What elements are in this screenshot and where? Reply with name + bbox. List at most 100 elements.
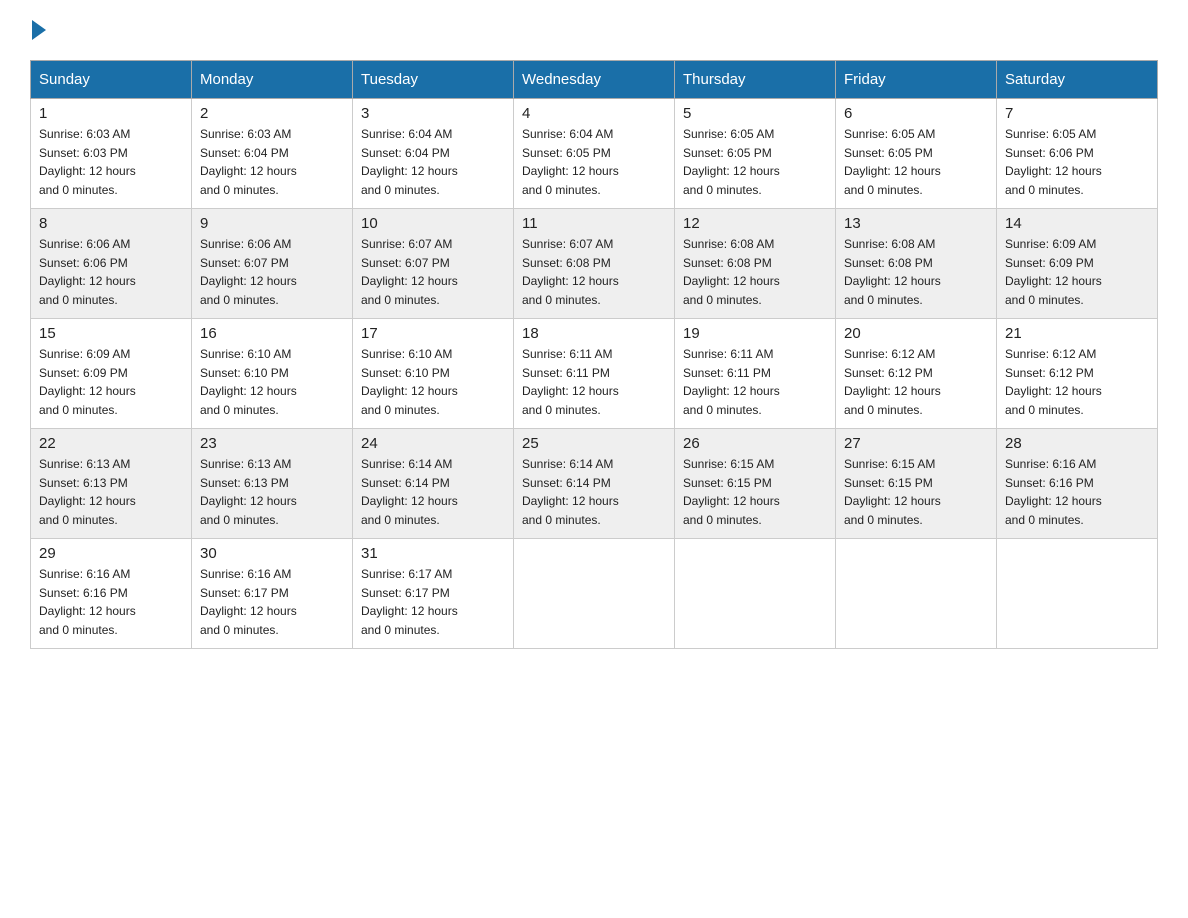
logo-arrow-icon <box>32 20 46 40</box>
day-number: 18 <box>522 325 666 342</box>
calendar-week-row: 22 Sunrise: 6:13 AMSunset: 6:13 PMDayligh… <box>31 429 1158 539</box>
calendar-day-cell: 30 Sunrise: 6:16 AMSunset: 6:17 PMDayligh… <box>192 539 353 649</box>
weekday-header-monday: Monday <box>192 61 353 99</box>
day-number: 20 <box>844 325 988 342</box>
day-info: Sunrise: 6:11 AMSunset: 6:11 PMDaylight:… <box>683 345 827 419</box>
calendar-day-cell: 27 Sunrise: 6:15 AMSunset: 6:15 PMDayligh… <box>836 429 997 539</box>
calendar-day-cell: 16 Sunrise: 6:10 AMSunset: 6:10 PMDayligh… <box>192 319 353 429</box>
calendar-day-cell: 13 Sunrise: 6:08 AMSunset: 6:08 PMDayligh… <box>836 209 997 319</box>
day-number: 3 <box>361 105 505 122</box>
day-number: 30 <box>200 545 344 562</box>
calendar-day-cell: 2 Sunrise: 6:03 AMSunset: 6:04 PMDaylight… <box>192 99 353 209</box>
weekday-header-friday: Friday <box>836 61 997 99</box>
calendar-day-cell: 24 Sunrise: 6:14 AMSunset: 6:14 PMDayligh… <box>353 429 514 539</box>
calendar-day-cell: 1 Sunrise: 6:03 AMSunset: 6:03 PMDaylight… <box>31 99 192 209</box>
calendar-day-cell: 17 Sunrise: 6:10 AMSunset: 6:10 PMDayligh… <box>353 319 514 429</box>
day-number: 13 <box>844 215 988 232</box>
day-number: 29 <box>39 545 183 562</box>
day-number: 22 <box>39 435 183 452</box>
calendar-day-cell: 25 Sunrise: 6:14 AMSunset: 6:14 PMDayligh… <box>514 429 675 539</box>
calendar-body: 1 Sunrise: 6:03 AMSunset: 6:03 PMDaylight… <box>31 99 1158 649</box>
weekday-header-saturday: Saturday <box>997 61 1158 99</box>
calendar-day-cell <box>675 539 836 649</box>
calendar-day-cell: 14 Sunrise: 6:09 AMSunset: 6:09 PMDayligh… <box>997 209 1158 319</box>
calendar-day-cell: 31Sunrise: 6:17 AMSunset: 6:17 PMDayligh… <box>353 539 514 649</box>
calendar-day-cell: 15 Sunrise: 6:09 AMSunset: 6:09 PMDayligh… <box>31 319 192 429</box>
calendar-day-cell: 7 Sunrise: 6:05 AMSunset: 6:06 PMDaylight… <box>997 99 1158 209</box>
day-info: Sunrise: 6:04 AMSunset: 6:04 PMDaylight:… <box>361 125 505 199</box>
day-number: 4 <box>522 105 666 122</box>
day-info: Sunrise: 6:10 AMSunset: 6:10 PMDaylight:… <box>361 345 505 419</box>
day-number: 12 <box>683 215 827 232</box>
day-number: 21 <box>1005 325 1149 342</box>
day-number: 23 <box>200 435 344 452</box>
calendar-week-row: 29 Sunrise: 6:16 AMSunset: 6:16 PMDayligh… <box>31 539 1158 649</box>
day-number: 5 <box>683 105 827 122</box>
calendar-day-cell <box>836 539 997 649</box>
day-info: Sunrise: 6:14 AMSunset: 6:14 PMDaylight:… <box>361 455 505 529</box>
day-info: Sunrise: 6:16 AMSunset: 6:16 PMDaylight:… <box>39 565 183 639</box>
calendar-day-cell: 20Sunrise: 6:12 AMSunset: 6:12 PMDayligh… <box>836 319 997 429</box>
day-info: Sunrise: 6:15 AMSunset: 6:15 PMDaylight:… <box>683 455 827 529</box>
day-number: 8 <box>39 215 183 232</box>
calendar-day-cell: 26 Sunrise: 6:15 AMSunset: 6:15 PMDayligh… <box>675 429 836 539</box>
calendar-day-cell: 23 Sunrise: 6:13 AMSunset: 6:13 PMDayligh… <box>192 429 353 539</box>
calendar-day-cell: 10Sunrise: 6:07 AMSunset: 6:07 PMDayligh… <box>353 209 514 319</box>
day-number: 26 <box>683 435 827 452</box>
day-info: Sunrise: 6:14 AMSunset: 6:14 PMDaylight:… <box>522 455 666 529</box>
day-number: 15 <box>39 325 183 342</box>
day-number: 17 <box>361 325 505 342</box>
day-info: Sunrise: 6:10 AMSunset: 6:10 PMDaylight:… <box>200 345 344 419</box>
day-number: 7 <box>1005 105 1149 122</box>
day-info: Sunrise: 6:09 AMSunset: 6:09 PMDaylight:… <box>1005 235 1149 309</box>
day-number: 1 <box>39 105 183 122</box>
day-info: Sunrise: 6:07 AMSunset: 6:07 PMDaylight:… <box>361 235 505 309</box>
calendar-day-cell: 29 Sunrise: 6:16 AMSunset: 6:16 PMDayligh… <box>31 539 192 649</box>
calendar-week-row: 1 Sunrise: 6:03 AMSunset: 6:03 PMDaylight… <box>31 99 1158 209</box>
day-info: Sunrise: 6:16 AMSunset: 6:16 PMDaylight:… <box>1005 455 1149 529</box>
weekday-header-sunday: Sunday <box>31 61 192 99</box>
day-number: 16 <box>200 325 344 342</box>
day-info: Sunrise: 6:16 AMSunset: 6:17 PMDaylight:… <box>200 565 344 639</box>
day-info: Sunrise: 6:09 AMSunset: 6:09 PMDaylight:… <box>39 345 183 419</box>
day-info: Sunrise: 6:04 AMSunset: 6:05 PMDaylight:… <box>522 125 666 199</box>
calendar-day-cell: 28Sunrise: 6:16 AMSunset: 6:16 PMDayligh… <box>997 429 1158 539</box>
day-info: Sunrise: 6:13 AMSunset: 6:13 PMDaylight:… <box>39 455 183 529</box>
day-number: 2 <box>200 105 344 122</box>
weekday-header-tuesday: Tuesday <box>353 61 514 99</box>
calendar-day-cell: 22 Sunrise: 6:13 AMSunset: 6:13 PMDayligh… <box>31 429 192 539</box>
day-info: Sunrise: 6:12 AMSunset: 6:12 PMDaylight:… <box>1005 345 1149 419</box>
calendar-header-row: SundayMondayTuesdayWednesdayThursdayFrid… <box>31 61 1158 99</box>
calendar-day-cell: 9 Sunrise: 6:06 AMSunset: 6:07 PMDaylight… <box>192 209 353 319</box>
day-number: 25 <box>522 435 666 452</box>
calendar-day-cell: 18 Sunrise: 6:11 AMSunset: 6:11 PMDayligh… <box>514 319 675 429</box>
calendar-day-cell: 19Sunrise: 6:11 AMSunset: 6:11 PMDayligh… <box>675 319 836 429</box>
day-info: Sunrise: 6:17 AMSunset: 6:17 PMDaylight:… <box>361 565 505 639</box>
logo <box>30 20 48 40</box>
day-number: 14 <box>1005 215 1149 232</box>
day-number: 24 <box>361 435 505 452</box>
day-info: Sunrise: 6:03 AMSunset: 6:03 PMDaylight:… <box>39 125 183 199</box>
day-info: Sunrise: 6:08 AMSunset: 6:08 PMDaylight:… <box>844 235 988 309</box>
day-info: Sunrise: 6:15 AMSunset: 6:15 PMDaylight:… <box>844 455 988 529</box>
day-info: Sunrise: 6:03 AMSunset: 6:04 PMDaylight:… <box>200 125 344 199</box>
day-info: Sunrise: 6:11 AMSunset: 6:11 PMDaylight:… <box>522 345 666 419</box>
day-number: 27 <box>844 435 988 452</box>
weekday-header-wednesday: Wednesday <box>514 61 675 99</box>
day-info: Sunrise: 6:06 AMSunset: 6:07 PMDaylight:… <box>200 235 344 309</box>
calendar-day-cell: 5Sunrise: 6:05 AMSunset: 6:05 PMDaylight… <box>675 99 836 209</box>
calendar-day-cell <box>514 539 675 649</box>
calendar-table: SundayMondayTuesdayWednesdayThursdayFrid… <box>30 60 1158 649</box>
calendar-week-row: 15 Sunrise: 6:09 AMSunset: 6:09 PMDayligh… <box>31 319 1158 429</box>
day-number: 9 <box>200 215 344 232</box>
day-number: 6 <box>844 105 988 122</box>
weekday-header-thursday: Thursday <box>675 61 836 99</box>
day-info: Sunrise: 6:05 AMSunset: 6:05 PMDaylight:… <box>844 125 988 199</box>
day-info: Sunrise: 6:05 AMSunset: 6:06 PMDaylight:… <box>1005 125 1149 199</box>
calendar-week-row: 8Sunrise: 6:06 AMSunset: 6:06 PMDaylight… <box>31 209 1158 319</box>
day-info: Sunrise: 6:08 AMSunset: 6:08 PMDaylight:… <box>683 235 827 309</box>
day-number: 11 <box>522 215 666 232</box>
calendar-day-cell <box>997 539 1158 649</box>
day-info: Sunrise: 6:07 AMSunset: 6:08 PMDaylight:… <box>522 235 666 309</box>
day-info: Sunrise: 6:13 AMSunset: 6:13 PMDaylight:… <box>200 455 344 529</box>
